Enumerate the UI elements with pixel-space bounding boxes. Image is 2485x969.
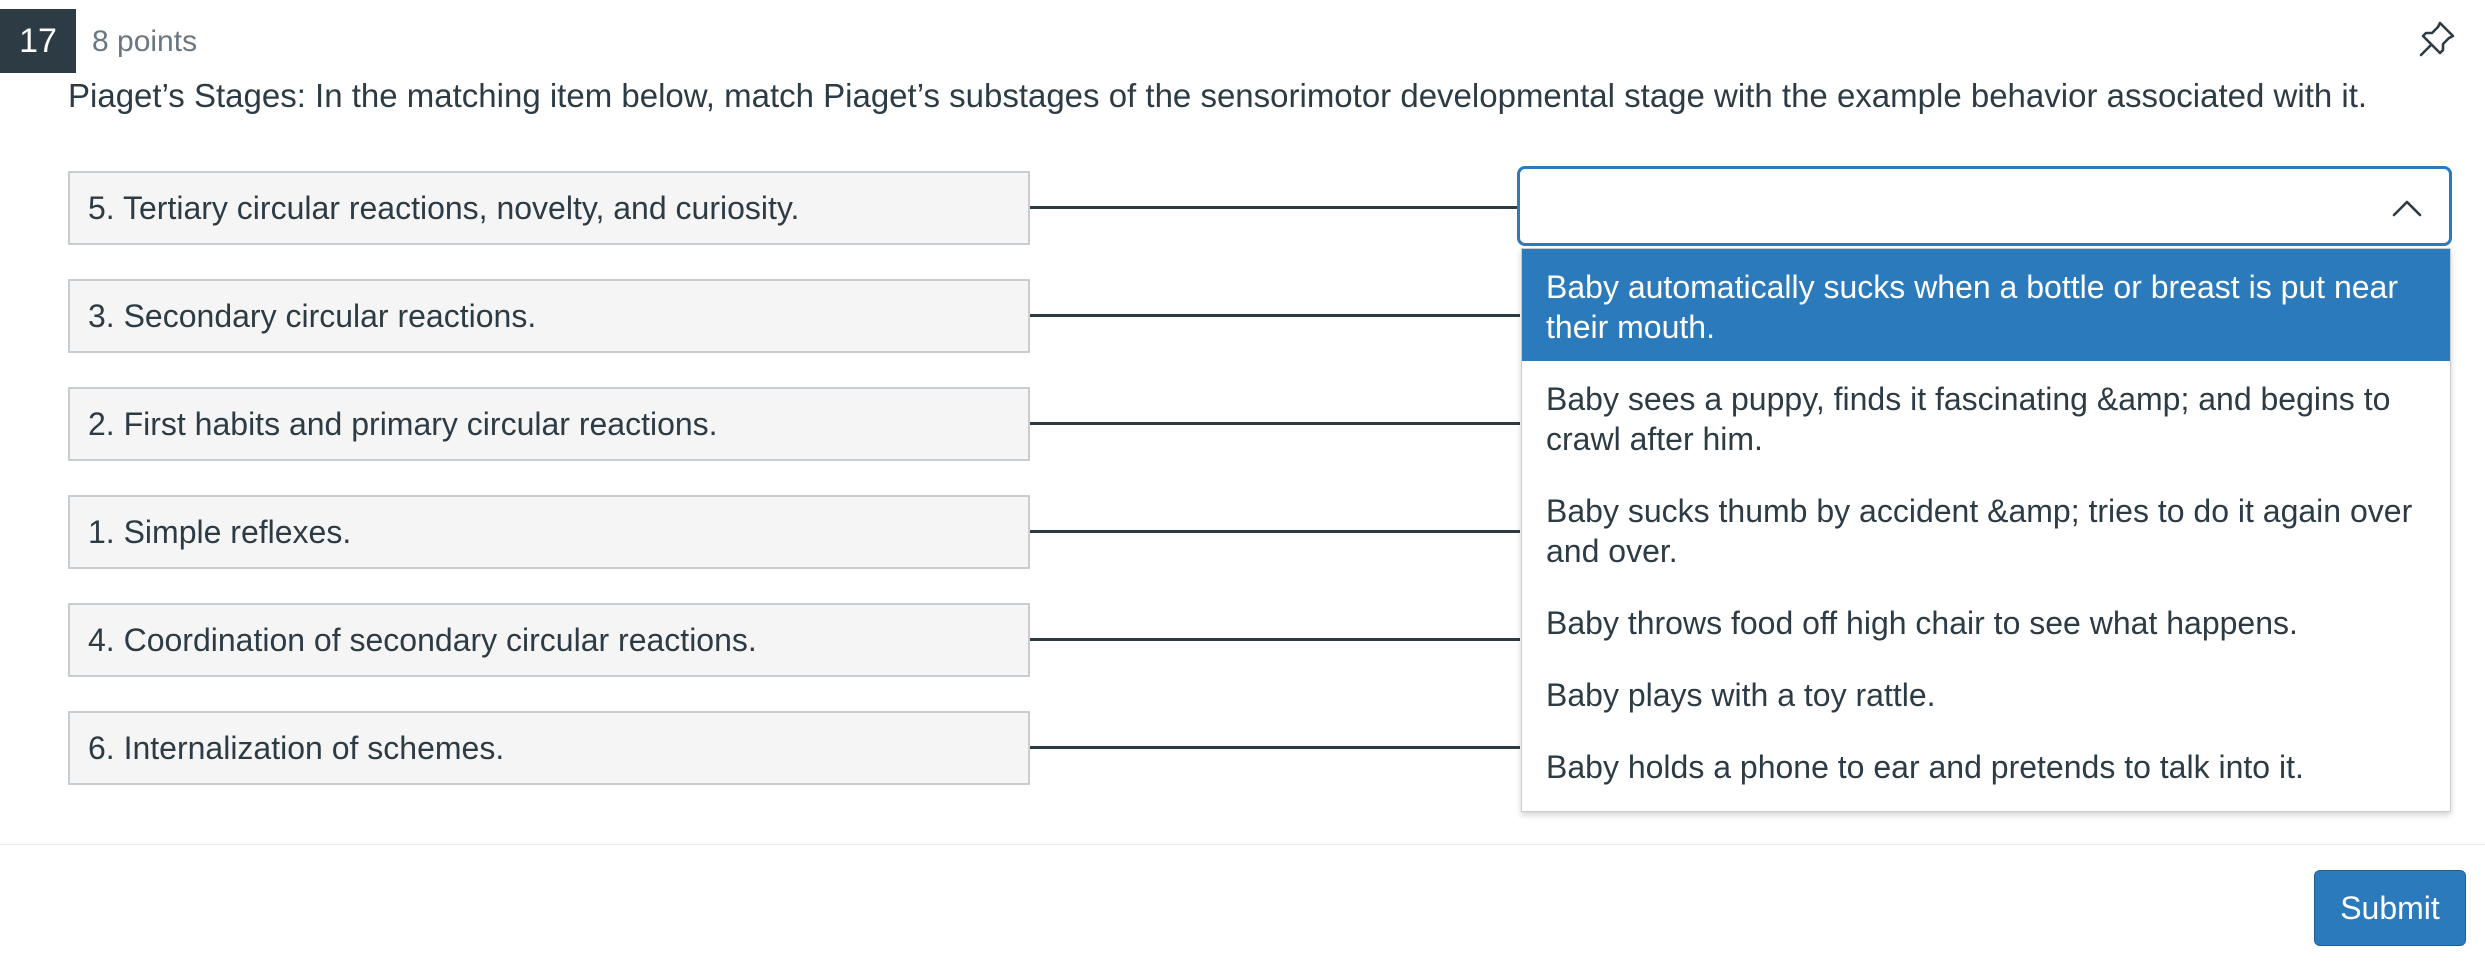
match-select-dropdown[interactable] [1517, 166, 2452, 246]
dropdown-option[interactable]: Baby sees a puppy, finds it fascinating … [1522, 361, 2450, 473]
footer-divider [0, 844, 2485, 845]
dropdown-option[interactable]: Baby throws food off high chair to see w… [1522, 585, 2450, 657]
question-prompt: Piaget’s Stages: In the matching item be… [68, 77, 2368, 114]
dropdown-option[interactable]: Baby sucks thumb by accident &amp; tries… [1522, 473, 2450, 585]
match-row: 4. Coordination of secondary circular re… [68, 603, 1030, 677]
match-row: 6. Internalization of schemes. [68, 711, 1030, 785]
match-connector-line [1030, 206, 1520, 209]
match-label: 3. Secondary circular reactions. [68, 279, 1030, 353]
dropdown-option[interactable]: Baby plays with a toy rattle. [1522, 657, 2450, 729]
match-row: 1. Simple reflexes. [68, 495, 1030, 569]
dropdown-option[interactable]: Baby automatically sucks when a bottle o… [1522, 249, 2450, 361]
question-number-badge: 17 [0, 9, 76, 73]
match-connector-line [1030, 422, 1520, 425]
match-label: 2. First habits and primary circular rea… [68, 387, 1030, 461]
match-connector-line [1030, 530, 1520, 533]
match-connector-line [1030, 314, 1520, 317]
match-row: 5. Tertiary circular reactions, novelty,… [68, 171, 1030, 245]
match-label: 5. Tertiary circular reactions, novelty,… [68, 171, 1030, 245]
match-connector-line [1030, 638, 1520, 641]
match-row: 3. Secondary circular reactions. [68, 279, 1030, 353]
chevron-up-icon[interactable] [2389, 191, 2425, 227]
match-row: 2. First habits and primary circular rea… [68, 387, 1030, 461]
match-label: 1. Simple reflexes. [68, 495, 1030, 569]
dropdown-options-list: Baby automatically sucks when a bottle o… [1521, 248, 2451, 812]
dropdown-option[interactable]: Baby holds a phone to ear and pretends t… [1522, 729, 2450, 801]
match-connector-line [1030, 746, 1520, 749]
submit-button[interactable]: Submit [2314, 870, 2466, 946]
quiz-question-page: 17 8 points Piaget’s Stages: In the matc… [0, 0, 2485, 969]
match-label: 4. Coordination of secondary circular re… [68, 603, 1030, 677]
match-label: 6. Internalization of schemes. [68, 711, 1030, 785]
question-points: 8 points [92, 25, 198, 58]
pin-icon[interactable] [2416, 18, 2458, 60]
